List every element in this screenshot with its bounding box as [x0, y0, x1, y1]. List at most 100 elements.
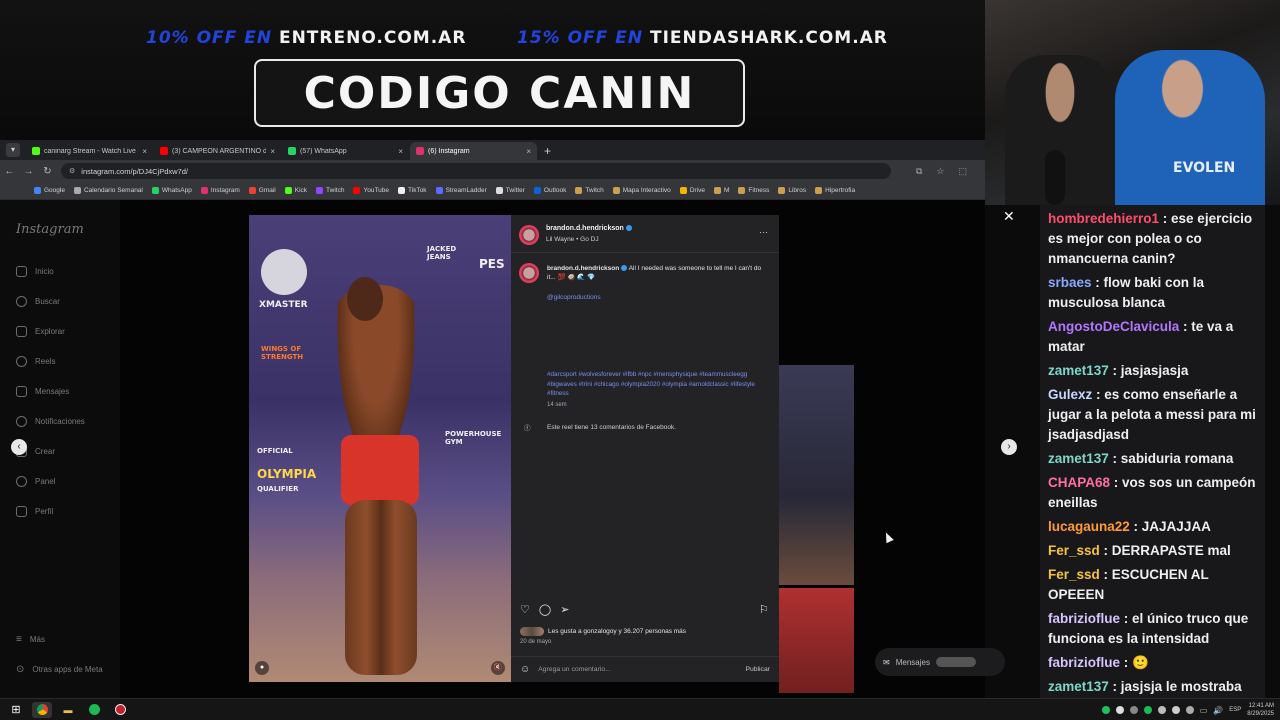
sidebar-item-more[interactable]: ≡ Más	[16, 634, 45, 645]
tray-app-icon[interactable]	[1101, 706, 1110, 714]
browser-tab[interactable]: (3) CAMPEÓN ARGENTINO de ×	[154, 142, 281, 160]
bookmark-item[interactable]: Fitness	[738, 187, 769, 194]
site-info-icon[interactable]: ⚙	[69, 167, 75, 175]
bookmark-item[interactable]: StreamLadder	[435, 187, 487, 194]
spotify-tray-icon[interactable]	[1143, 706, 1152, 714]
close-tab-icon[interactable]: ×	[526, 147, 531, 156]
bookmark-item[interactable]: Kick	[284, 187, 307, 194]
chat-username[interactable]: Fer_ssd	[1048, 543, 1100, 558]
sidebar-item-mensajes[interactable]: Mensajes	[16, 386, 69, 397]
language-indicator[interactable]: ESP	[1229, 707, 1241, 713]
bookmark-item[interactable]: YouTube	[353, 187, 389, 194]
bookmark-item[interactable]: Libros	[778, 187, 806, 194]
browser-tab[interactable]: (6) Instagram ×	[410, 142, 537, 160]
bookmark-item[interactable]: Drive	[679, 187, 705, 194]
bookmark-item[interactable]: Mapa Interactivo	[612, 187, 671, 194]
bookmark-item[interactable]: Calendario Semanal	[73, 187, 143, 194]
post-audio[interactable]: Lil Wayne • Go DJ	[546, 236, 599, 243]
mute-icon[interactable]: 🔇	[491, 661, 505, 675]
bookmark-item[interactable]: Twitter	[495, 187, 525, 194]
obs-icon[interactable]	[110, 702, 130, 718]
previous-post-icon[interactable]: ‹	[11, 439, 27, 455]
chat-username[interactable]: zamet137	[1048, 363, 1109, 378]
sidebar-item-explorar[interactable]: Explorar	[16, 326, 65, 337]
bookmark-item[interactable]: WhatsApp	[151, 187, 192, 194]
bookmark-item[interactable]: TikTok	[398, 187, 427, 194]
sidebar-item-inicio[interactable]: Inicio	[16, 266, 54, 277]
chat-username[interactable]: srbaes	[1048, 275, 1092, 290]
sidebar-item-notificaciones[interactable]: Notificaciones	[16, 416, 85, 427]
bookmark-item[interactable]: Twitch	[575, 187, 604, 194]
caption-hashtags[interactable]: #darcsport #wolvesforever #ifbb #npc #me…	[547, 370, 757, 399]
file-explorer-icon[interactable]: ▬	[58, 702, 78, 718]
bookmark-item[interactable]: M	[713, 187, 729, 194]
tray-app-icon[interactable]	[1157, 706, 1166, 714]
extensions-icon[interactable]: ⬚	[958, 166, 967, 177]
next-post-icon[interactable]: ›	[1001, 439, 1017, 455]
chat-username[interactable]: zamet137	[1048, 679, 1109, 694]
messages-button[interactable]: ✉ Mensajes	[875, 648, 1005, 676]
bookmark-item[interactable]: Twitch	[316, 187, 344, 194]
network-icon[interactable]: ▭	[1200, 706, 1208, 715]
install-icon[interactable]: ⧉	[916, 166, 922, 177]
bookmark-item[interactable]: Gmail	[248, 187, 276, 194]
microphone-icon[interactable]	[1171, 706, 1180, 714]
spotify-icon[interactable]	[84, 702, 104, 718]
comment-icon[interactable]: ◯	[539, 603, 551, 616]
share-icon[interactable]: ➢	[560, 603, 569, 616]
chat-username[interactable]: hombredehierro1	[1048, 211, 1159, 226]
tray-app-icon[interactable]	[1115, 706, 1124, 714]
tagged-user-icon[interactable]: ●	[255, 661, 269, 675]
sidebar-item-buscar[interactable]: Buscar	[16, 296, 60, 307]
tab-search-button[interactable]: ▾	[6, 143, 20, 157]
close-tab-icon[interactable]: ×	[270, 147, 275, 156]
volume-icon[interactable]: 🔊	[1213, 706, 1223, 715]
caption-mention[interactable]: @gilcoproductions	[547, 293, 767, 302]
browser-tab[interactable]: caninarg Stream - Watch Live o ×	[26, 142, 153, 160]
like-icon[interactable]: ♡	[520, 603, 530, 616]
back-icon[interactable]: ←	[0, 166, 19, 177]
post-media[interactable]: XMASTER JACKED JEANS PES WINGS OF STRENG…	[249, 215, 511, 682]
new-tab-icon[interactable]: +	[538, 144, 559, 160]
save-icon[interactable]: ⚐	[759, 603, 769, 616]
caption-username[interactable]: brandon.d.hendrickson	[547, 265, 619, 272]
sidebar-item-reels[interactable]: Reels	[16, 356, 55, 367]
forward-icon[interactable]: →	[19, 166, 38, 177]
browser-tab[interactable]: (57) WhatsApp ×	[282, 142, 409, 160]
close-icon[interactable]: ✕	[1003, 208, 1015, 225]
bookmark-item[interactable]: Outlook	[533, 187, 566, 194]
bookmark-item[interactable]: Hipertrofia	[815, 187, 855, 194]
caption-avatar[interactable]	[519, 263, 539, 283]
likes-summary[interactable]: Les gusta a gonzalogoy y 36.207 personas…	[520, 627, 686, 636]
sidebar-item-perfil[interactable]: Perfil	[16, 506, 53, 517]
close-tab-icon[interactable]: ×	[398, 147, 403, 156]
reload-icon[interactable]: ↻	[38, 166, 57, 177]
chat-username[interactable]: fabrizioflue	[1048, 655, 1120, 670]
sidebar-item-panel[interactable]: Panel	[16, 476, 55, 487]
chat-username[interactable]: lucagauna22	[1048, 519, 1130, 534]
tray-app-icon[interactable]	[1129, 706, 1138, 714]
close-tab-icon[interactable]: ×	[142, 147, 147, 156]
bookmark-item[interactable]: Instagram	[200, 187, 240, 194]
chat-username[interactable]: Fer_ssd	[1048, 567, 1100, 582]
publish-button[interactable]: Publicar	[745, 666, 770, 673]
more-options-icon[interactable]: ⋯	[759, 227, 768, 238]
tray-app-icon[interactable]	[1185, 706, 1194, 714]
instagram-logo[interactable]: Instagram	[16, 222, 84, 237]
chat-username[interactable]: zamet137	[1048, 451, 1109, 466]
chrome-icon[interactable]	[32, 701, 52, 718]
comment-input[interactable]: Agrega un comentario...	[538, 666, 611, 673]
bookmark-star-icon[interactable]: ☆	[936, 166, 944, 177]
bookmark-item[interactable]: Google	[34, 187, 65, 194]
chat-username[interactable]: Gulexz	[1048, 387, 1092, 402]
chat-username[interactable]: AngostoDeClavicula	[1048, 319, 1179, 334]
chat-username[interactable]: CHAPA68	[1048, 475, 1110, 490]
emoji-icon[interactable]: ☺	[520, 664, 530, 675]
chat-username[interactable]: fabrizioflue	[1048, 611, 1120, 626]
sidebar-item-meta-apps[interactable]: ⊙ Otras apps de Meta	[16, 664, 103, 675]
clock[interactable]: 12:41 AM 8/29/2025	[1247, 702, 1274, 718]
post-username[interactable]: brandon.d.hendrickson	[546, 225, 632, 232]
windows-start-icon[interactable]: ⊞	[6, 702, 26, 718]
url-input[interactable]: ⚙ instagram.com/p/DJ4CjPdxw7d/	[61, 163, 891, 179]
avatar[interactable]	[519, 225, 539, 245]
